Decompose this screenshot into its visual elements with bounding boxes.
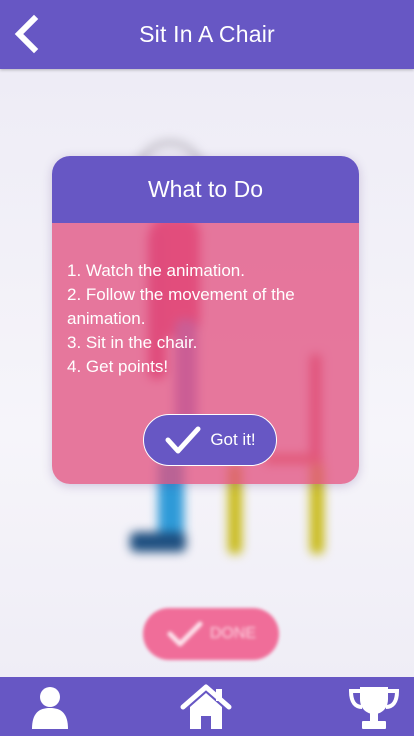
page-title: Sit In A Chair [139,21,275,47]
done-label: DONE [209,625,257,642]
step-2: 2. Follow the movement of the animation. [67,285,295,328]
bottom-nav [0,677,414,736]
profile-icon[interactable] [30,683,70,731]
dialog-body: 1. Watch the animation. 2. Follow the mo… [52,223,359,484]
chevron-left-icon[interactable] [10,14,44,54]
done-button[interactable]: DONE [143,608,279,660]
instruction-steps: 1. Watch the animation. 2. Follow the mo… [52,223,359,379]
app-header: Sit In A Chair [0,0,414,69]
checkmark-icon [167,621,203,647]
step-1: 1. Watch the animation. [67,261,245,280]
step-3: 3. Sit in the chair. [67,333,198,352]
step-4: 4. Get points! [67,357,169,376]
dialog-header: What to Do [52,156,359,223]
got-it-label: Got it! [210,430,256,449]
home-icon[interactable] [180,683,232,731]
checkmark-icon [165,426,201,454]
trophy-icon[interactable] [348,683,400,731]
instructions-dialog: What to Do 1. Watch the animation. 2. Fo… [52,156,359,484]
dialog-title: What to Do [147,176,264,202]
got-it-button[interactable]: Got it! [143,414,277,466]
